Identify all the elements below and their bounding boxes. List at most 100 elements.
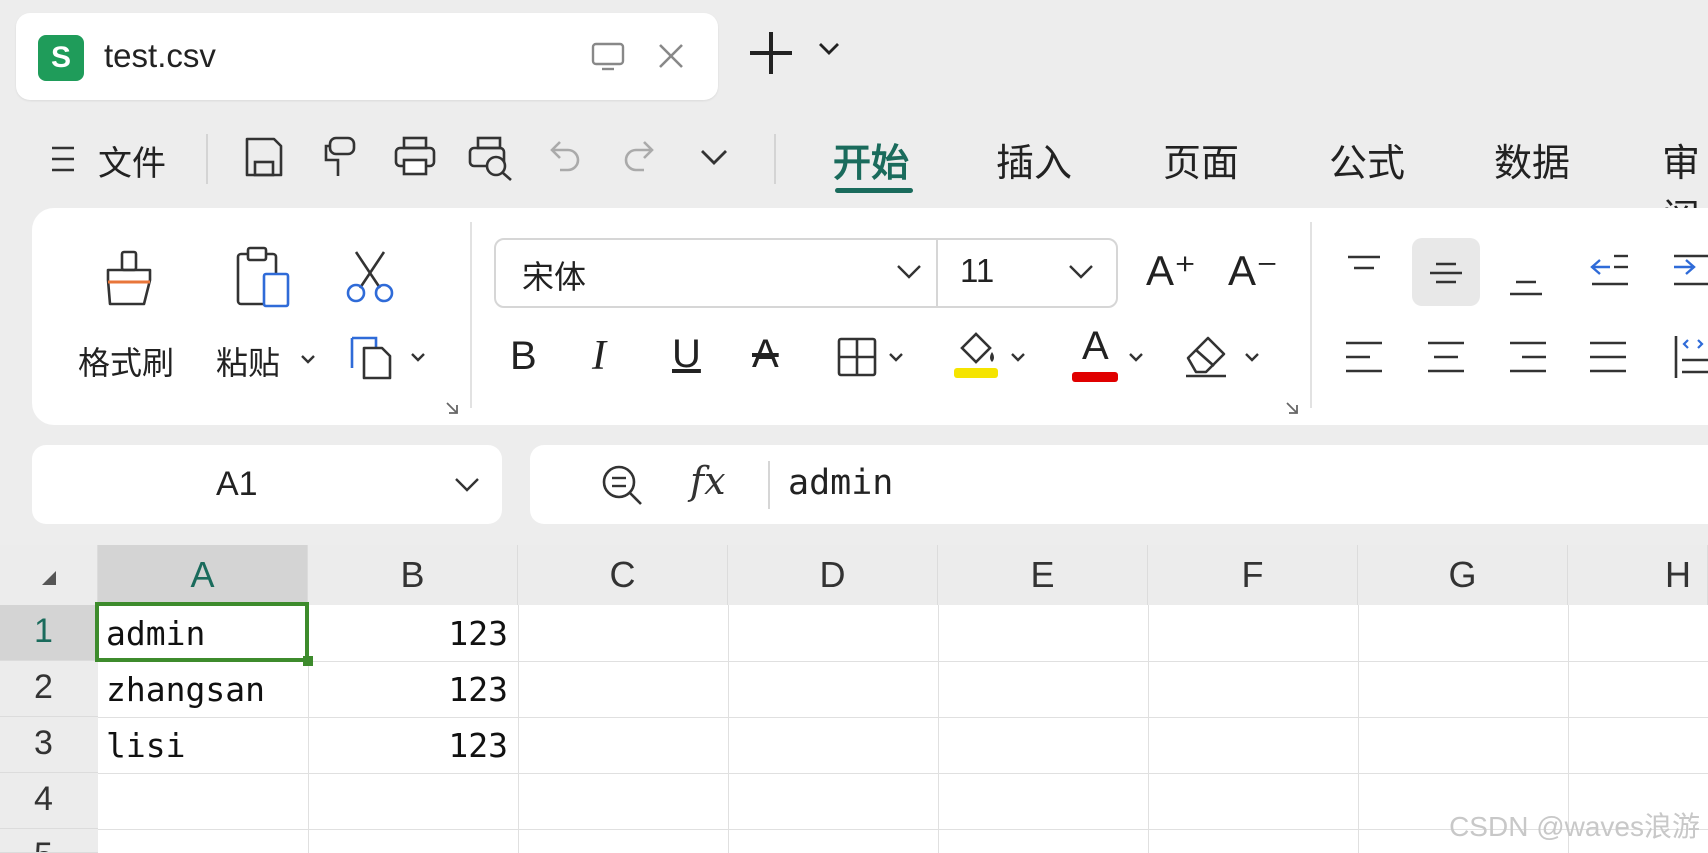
increase-font-size-button[interactable]: A⁺	[1146, 246, 1196, 295]
close-tab-icon[interactable]	[654, 39, 688, 73]
ribbon-toolbar: 格式刷 粘贴 宋体 11 A⁺ A⁻ B I U A A	[32, 208, 1708, 425]
zoom-formula-icon[interactable]	[600, 463, 644, 507]
row-header-2[interactable]: 2	[0, 661, 98, 717]
save-icon[interactable]	[242, 134, 286, 180]
ribbon-divider	[470, 222, 472, 408]
font-selector[interactable]: 宋体 11	[494, 238, 1118, 308]
decrease-font-size-button[interactable]: A⁻	[1228, 246, 1278, 295]
distributed-align-icon[interactable]	[1672, 334, 1708, 380]
fill-handle[interactable]	[303, 656, 313, 666]
justify-icon[interactable]	[1588, 338, 1628, 378]
align-bottom-icon[interactable]	[1506, 268, 1546, 298]
column-header-b[interactable]: B	[308, 545, 518, 605]
column-header-d[interactable]: D	[728, 545, 938, 605]
name-box[interactable]: A1	[32, 445, 502, 524]
paste-icon[interactable]	[230, 244, 296, 310]
font-size-value[interactable]: 11	[960, 252, 994, 290]
copy-dropdown-chevron-icon[interactable]	[410, 352, 426, 362]
fill-color-bucket-icon[interactable]	[952, 328, 1000, 380]
formula-bar[interactable]: fx admin	[530, 445, 1708, 524]
name-box-value: A1	[216, 465, 258, 503]
column-header-g[interactable]: G	[1358, 545, 1568, 605]
new-tab-plus-icon[interactable]	[748, 30, 794, 76]
cell-b3[interactable]: 123	[308, 717, 518, 773]
grid-line	[728, 605, 729, 853]
watermark: CSDN @waves浪游	[1449, 811, 1700, 842]
font-expand-icon[interactable]	[1284, 400, 1300, 416]
cell-b1[interactable]: 123	[308, 605, 518, 661]
row-header-3[interactable]: 3	[0, 717, 98, 773]
format-painter-icon[interactable]	[100, 248, 160, 308]
bold-button[interactable]: B	[510, 334, 537, 379]
borders-dropdown-chevron-icon[interactable]	[888, 352, 904, 362]
new-tab-dropdown-chevron-icon[interactable]	[818, 42, 840, 56]
tab-data[interactable]: 数据	[1494, 132, 1570, 187]
font-color-dropdown-chevron-icon[interactable]	[1128, 352, 1144, 362]
menu-bar: 文件 开始 插入 页面 公式 数据 审阅	[0, 120, 1708, 240]
undo-icon[interactable]	[546, 136, 584, 176]
align-top-icon[interactable]	[1344, 254, 1384, 284]
font-size-chevron-icon[interactable]	[1068, 264, 1094, 280]
clear-format-eraser-icon[interactable]	[1182, 330, 1232, 378]
cell-a3[interactable]: lisi	[98, 717, 308, 773]
tab-page[interactable]: 页面	[1163, 132, 1239, 187]
clear-dropdown-chevron-icon[interactable]	[1244, 352, 1260, 362]
file-menu[interactable]: 文件	[98, 136, 166, 185]
grid-line	[1358, 605, 1359, 853]
grid-line	[938, 605, 939, 853]
column-header-a[interactable]: A	[98, 545, 308, 605]
row-header-5[interactable]: 5	[0, 829, 98, 853]
formula-divider	[768, 461, 770, 509]
align-left-icon[interactable]	[1344, 338, 1384, 378]
name-box-chevron-icon[interactable]	[454, 477, 480, 493]
print-preview-icon[interactable]	[466, 134, 516, 182]
decrease-indent-icon[interactable]	[1588, 252, 1632, 292]
column-header-e[interactable]: E	[938, 545, 1148, 605]
row-header-4[interactable]: 4	[0, 773, 98, 829]
document-tab[interactable]: S test.csv	[16, 13, 718, 100]
quick-access-more-chevron-icon[interactable]	[700, 148, 728, 166]
monitor-icon[interactable]	[590, 41, 626, 73]
grid-line	[1148, 605, 1149, 853]
active-tab-indicator	[835, 188, 913, 193]
column-header-f[interactable]: F	[1148, 545, 1358, 605]
font-name-value: 宋体	[522, 258, 587, 296]
font-name-chevron-icon[interactable]	[896, 264, 922, 280]
row-header-1[interactable]: 1	[0, 605, 98, 661]
font-color-button[interactable]: A	[1082, 324, 1109, 369]
increase-indent-icon[interactable]	[1672, 252, 1708, 292]
align-center-icon[interactable]	[1426, 338, 1466, 378]
redo-icon[interactable]	[620, 136, 658, 176]
cut-icon[interactable]	[342, 248, 398, 304]
select-all-corner[interactable]	[0, 545, 98, 605]
fill-color-dropdown-chevron-icon[interactable]	[1010, 352, 1026, 362]
ribbon-divider	[1310, 222, 1312, 408]
paste-label[interactable]: 粘贴	[216, 338, 280, 384]
select-all-triangle-icon	[42, 571, 56, 585]
print-icon[interactable]	[392, 134, 438, 180]
cell-a2[interactable]: zhangsan	[98, 661, 308, 717]
copy-icon[interactable]	[348, 334, 398, 380]
clipboard-expand-icon[interactable]	[444, 400, 460, 416]
cell-b2[interactable]: 123	[308, 661, 518, 717]
italic-button[interactable]: I	[592, 332, 606, 380]
formula-input[interactable]: admin	[788, 463, 893, 503]
format-paint-icon[interactable]	[320, 134, 360, 180]
font-box-divider	[936, 240, 938, 306]
underline-button[interactable]: U	[672, 332, 701, 377]
strikethrough-button[interactable]: A	[752, 332, 779, 377]
active-cell-selection	[95, 602, 309, 662]
tab-home[interactable]: 开始	[833, 132, 909, 187]
tab-formula[interactable]: 公式	[1329, 132, 1405, 187]
fx-function-icon[interactable]: fx	[690, 459, 726, 503]
hamburger-menu-icon[interactable]	[50, 144, 76, 174]
align-right-icon[interactable]	[1508, 338, 1548, 378]
borders-icon[interactable]	[836, 336, 878, 378]
column-header-c[interactable]: C	[518, 545, 728, 605]
menu-divider	[774, 134, 776, 184]
format-painter-label[interactable]: 格式刷	[78, 338, 174, 384]
paste-dropdown-chevron-icon[interactable]	[300, 354, 316, 364]
align-middle-icon[interactable]	[1426, 258, 1466, 288]
column-header-h[interactable]: H	[1568, 545, 1708, 605]
tab-insert[interactable]: 插入	[996, 132, 1072, 187]
